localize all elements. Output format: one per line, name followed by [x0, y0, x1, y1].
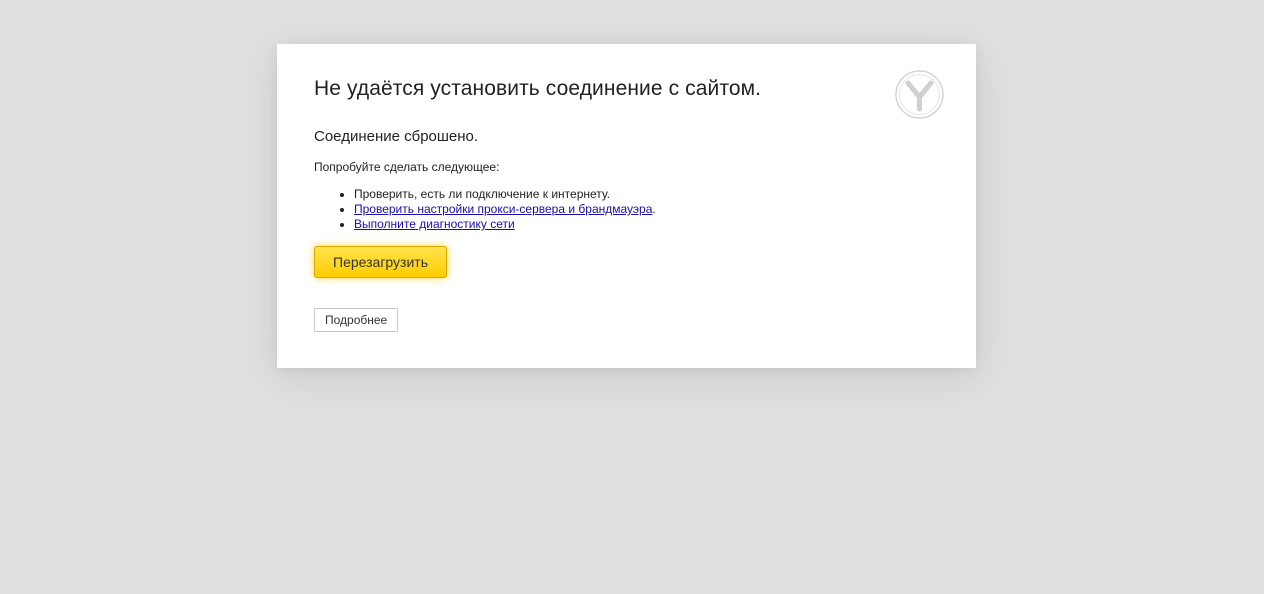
suggestions-heading: Попробуйте сделать следующее:	[314, 160, 500, 174]
error-title: Не удаётся установить соединение с сайто…	[314, 77, 762, 100]
suggestions-list: Проверить, есть ли подключение к интерне…	[314, 187, 656, 232]
suggestion-diagnostics: Выполните диагностику сети	[354, 217, 656, 232]
yandex-browser-logo-icon	[895, 70, 944, 119]
error-subtitle: Соединение сброшено.	[314, 128, 479, 145]
suggestion-suffix: .	[652, 202, 656, 216]
check-proxy-firewall-link[interactable]: Проверить настройки прокси-сервера и бра…	[354, 202, 652, 216]
reload-button[interactable]: Перезагрузить	[314, 246, 447, 278]
suggestion-text: Проверить, есть ли подключение к интерне…	[354, 187, 611, 201]
details-button[interactable]: Подробнее	[314, 308, 399, 332]
network-diagnostics-link[interactable]: Выполните диагностику сети	[354, 217, 515, 231]
suggestion-check-internet: Проверить, есть ли подключение к интерне…	[354, 187, 656, 202]
suggestion-check-proxy: Проверить настройки прокси-сервера и бра…	[354, 202, 656, 217]
error-card: Не удаётся установить соединение с сайто…	[277, 44, 976, 368]
